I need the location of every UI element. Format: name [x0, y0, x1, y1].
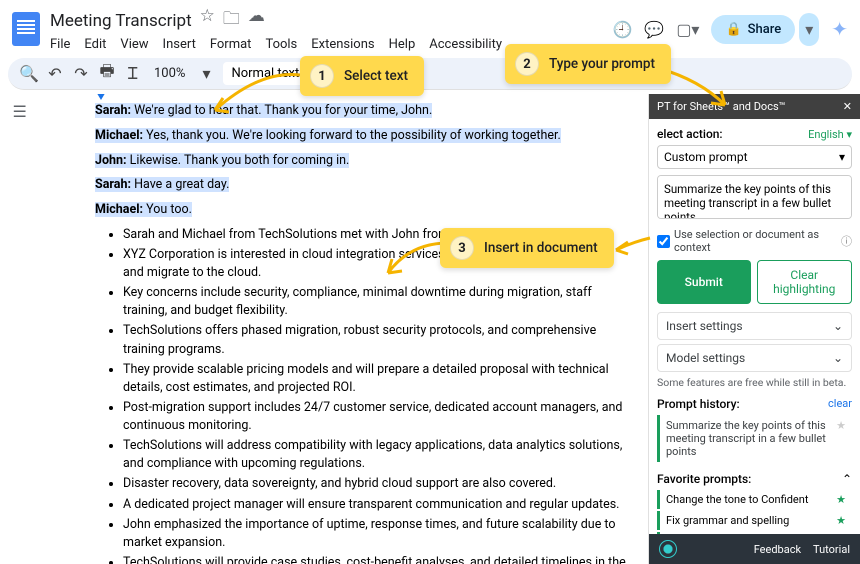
document-body[interactable]: Sarah: We're glad to hear that. Thank yo…: [45, 94, 648, 564]
gemini-icon[interactable]: ✦: [831, 17, 848, 41]
cloud-icon[interactable]: ☁: [248, 6, 265, 35]
insert-settings[interactable]: Insert settings⌄: [657, 312, 852, 340]
doc-title-row: Meeting Transcript ☆ 🗀 ☁: [50, 6, 602, 35]
header-right: 🕘 💬 ▢▾ 🔒 Share ▾ ✦: [612, 13, 848, 46]
callout-num-3: 3: [450, 236, 474, 260]
model-settings[interactable]: Model settings⌄: [657, 344, 852, 372]
callout-1: 1 Select text: [300, 56, 424, 96]
favorites-header: Favorite prompts: ⌃: [657, 472, 852, 486]
free-note: Some features are free while still in be…: [657, 376, 852, 389]
menu-file[interactable]: File: [50, 37, 70, 52]
info-icon[interactable]: ⓘ: [841, 233, 852, 249]
action-label: elect action:: [657, 127, 723, 141]
spellcheck-icon[interactable]: Ꮖ: [124, 65, 142, 83]
toolbar: 🔍 ↶ ↷ 🖶 Ꮖ 100% ▾ Normal text▾ Ari ⋮: [8, 58, 852, 90]
move-icon[interactable]: 🗀: [223, 6, 240, 35]
button-row: Submit Clear highlighting: [657, 260, 852, 304]
main: ☰ Sarah: We're glad to hear that. Thank …: [0, 94, 860, 564]
list-item[interactable]: They provide scalable pricing models and…: [123, 361, 628, 397]
title-icons: ☆ 🗀 ☁: [200, 6, 265, 35]
star-icon[interactable]: ★: [836, 419, 846, 458]
callout-3: 3 Insert in document: [440, 228, 614, 268]
list-item[interactable]: TechSolutions offers phased migration, r…: [123, 322, 628, 358]
star-icon[interactable]: ★: [836, 493, 846, 506]
undo-icon[interactable]: ↶: [46, 65, 64, 83]
header: Meeting Transcript ☆ 🗀 ☁ File Edit View …: [0, 0, 860, 58]
summary-list: Sarah and Michael from TechSolutions met…: [95, 226, 628, 564]
chevron-down-icon: ⌄: [833, 319, 843, 333]
share-label: Share: [748, 22, 782, 37]
list-item[interactable]: Post-migration support includes 24/7 cus…: [123, 399, 628, 435]
sidebar-body: elect action: English ▾ Custom prompt▾ U…: [649, 119, 860, 534]
lock-icon: 🔒: [725, 22, 741, 37]
transcript-line[interactable]: John: Likewise. Thank you both for comin…: [95, 152, 628, 171]
docs-logo-icon[interactable]: [12, 12, 40, 46]
star-icon[interactable]: ☆: [200, 6, 215, 35]
search-icon[interactable]: 🔍: [20, 65, 38, 83]
tutorial-link[interactable]: Tutorial: [813, 543, 850, 556]
menu-format[interactable]: Format: [210, 37, 252, 52]
left-gutter: ☰: [0, 94, 45, 564]
chevron-up-icon[interactable]: ⌃: [842, 472, 852, 486]
menu-edit[interactable]: Edit: [84, 37, 106, 52]
menu-tools[interactable]: Tools: [265, 37, 297, 52]
list-item[interactable]: John emphasized the importance of uptime…: [123, 516, 628, 552]
transcript-line[interactable]: Michael: You too.: [95, 201, 628, 220]
context-label: Use selection or document as context: [674, 228, 837, 254]
callout-2: 2 Type your prompt: [505, 44, 671, 84]
redo-icon[interactable]: ↷: [72, 65, 90, 83]
list-item[interactable]: A dedicated project manager will ensure …: [123, 496, 628, 514]
action-select[interactable]: Custom prompt▾: [657, 145, 852, 169]
prompt-input[interactable]: [657, 175, 852, 219]
context-checkbox[interactable]: [657, 235, 670, 248]
share-button[interactable]: 🔒 Share: [711, 15, 795, 44]
callout-num-2: 2: [515, 52, 539, 76]
sidebar-title: PT for Sheets™ and Docs™: [657, 100, 786, 113]
outline-icon[interactable]: ☰: [13, 102, 33, 122]
sidebar-header: PT for Sheets™ and Docs™ ✕: [649, 94, 860, 119]
menu-accessibility[interactable]: Accessibility: [429, 37, 502, 52]
menu-insert[interactable]: Insert: [163, 37, 196, 52]
menu-extensions[interactable]: Extensions: [311, 37, 374, 52]
menu-view[interactable]: View: [120, 37, 148, 52]
list-item[interactable]: TechSolutions will provide case studies,…: [123, 554, 628, 564]
star-icon[interactable]: ★: [836, 514, 846, 527]
close-icon[interactable]: ✕: [843, 100, 852, 113]
menu-help[interactable]: Help: [389, 37, 416, 52]
context-checkbox-row: Use selection or document as context ⓘ: [657, 228, 852, 254]
comments-icon[interactable]: 💬: [644, 20, 664, 39]
list-item[interactable]: Key concerns include security, complianc…: [123, 284, 628, 320]
zoom-level[interactable]: 100%: [150, 66, 189, 81]
chevron-down-icon: ⌄: [833, 351, 843, 365]
transcript-line[interactable]: Michael: Yes, thank you. We're looking f…: [95, 127, 628, 146]
clear-button[interactable]: Clear highlighting: [757, 260, 853, 304]
transcript-line[interactable]: Sarah: Have a great day.: [95, 176, 628, 195]
share-caret[interactable]: ▾: [799, 13, 819, 46]
doc-title[interactable]: Meeting Transcript: [50, 11, 192, 31]
feedback-link[interactable]: Feedback: [754, 543, 801, 556]
clear-history-link[interactable]: clear: [828, 397, 852, 411]
transcript-line[interactable]: Sarah: We're glad to hear that. Thank yo…: [95, 102, 628, 121]
history-header: Prompt history: clear: [657, 397, 852, 411]
submit-button[interactable]: Submit: [657, 260, 751, 304]
zoom-caret-icon[interactable]: ▾: [197, 65, 215, 83]
print-icon[interactable]: 🖶: [98, 65, 116, 83]
list-item[interactable]: Disaster recovery, data sovereignty, and…: [123, 475, 628, 493]
footer-logo-icon[interactable]: [659, 540, 677, 558]
favorite-item[interactable]: Change the tone to Confident★: [657, 490, 852, 509]
history-icon[interactable]: 🕘: [612, 20, 632, 39]
meet-icon[interactable]: ▢▾: [676, 20, 699, 39]
sidebar-footer: Feedback Tutorial: [649, 534, 860, 564]
favorite-item[interactable]: Fix grammar and spelling★: [657, 511, 852, 530]
callout-num-1: 1: [310, 64, 334, 88]
list-item[interactable]: TechSolutions will address compatibility…: [123, 437, 628, 473]
history-item[interactable]: Summarize the key points of this meeting…: [657, 415, 852, 462]
language-select[interactable]: English ▾: [808, 128, 852, 141]
sidebar: PT for Sheets™ and Docs™ ✕ elect action:…: [648, 94, 860, 564]
tab-marker-icon[interactable]: [95, 94, 107, 100]
action-row: elect action: English ▾: [657, 127, 852, 141]
